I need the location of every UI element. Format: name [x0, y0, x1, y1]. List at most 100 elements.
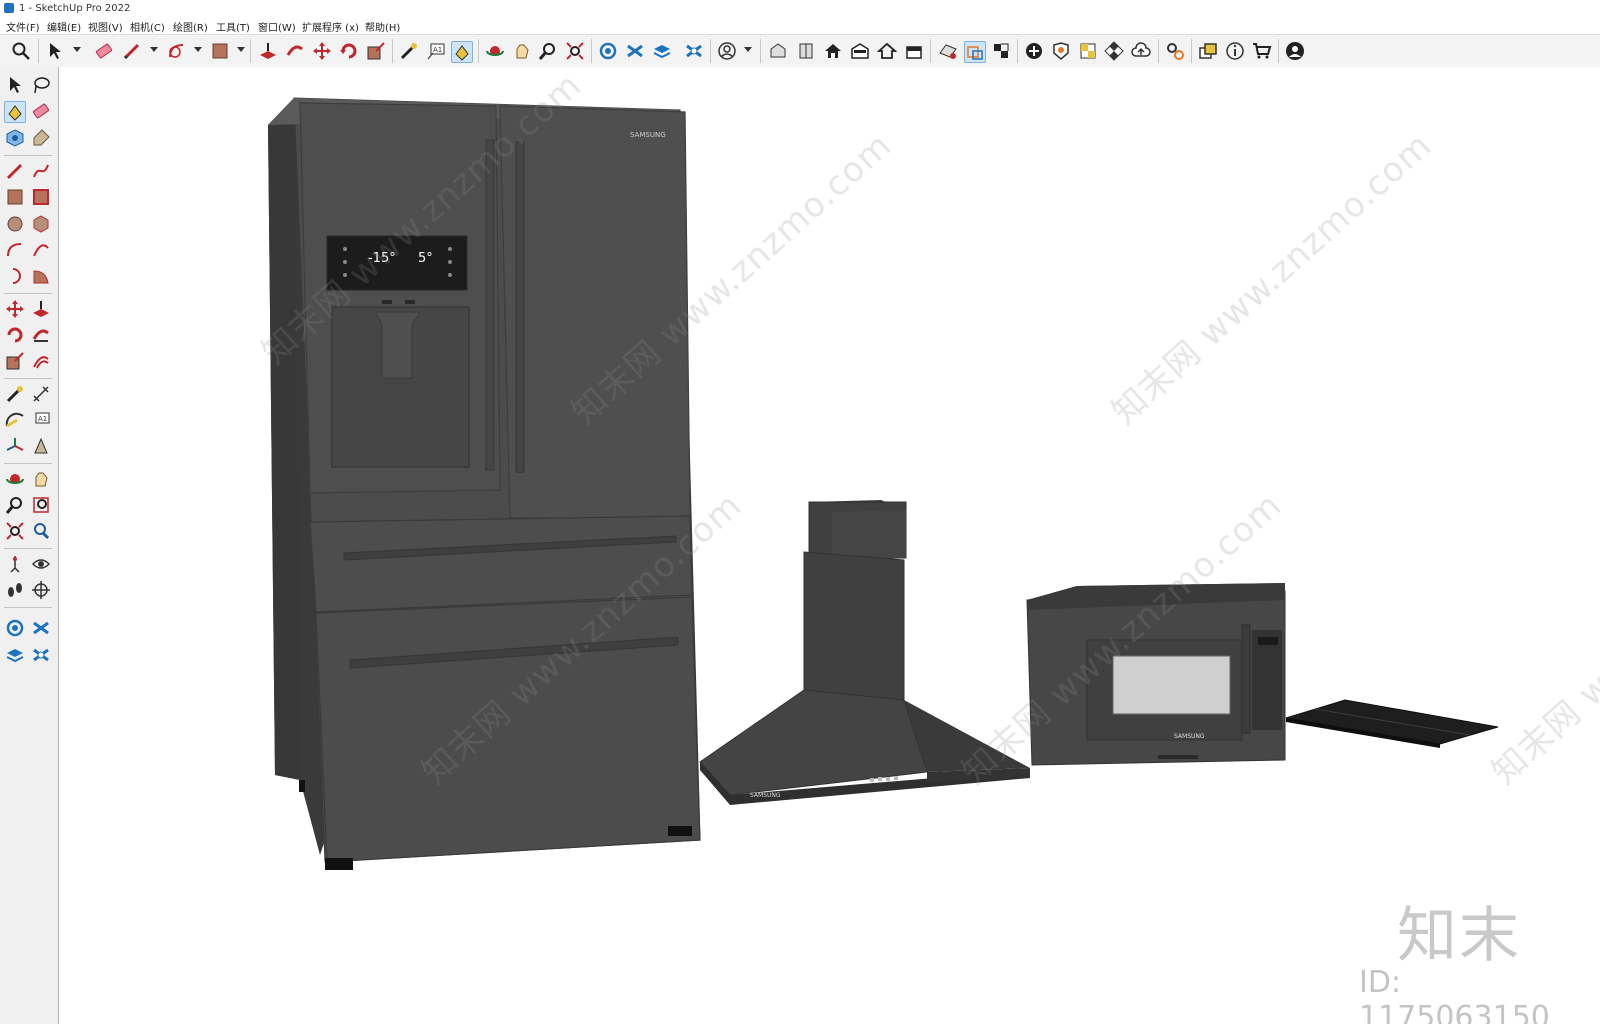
- arc-dropdown-icon[interactable]: [194, 47, 202, 52]
- menu-file[interactable]: 文件(F): [6, 19, 40, 34]
- orbit-icon[interactable]: [5, 469, 25, 489]
- menu-view[interactable]: 视图(V): [88, 19, 123, 34]
- section-fill-icon[interactable]: [991, 41, 1011, 61]
- pan-icon[interactable]: [31, 469, 51, 489]
- cloud-upload-icon[interactable]: [1131, 41, 1151, 61]
- photo-texture-icon[interactable]: [1078, 41, 1098, 61]
- look-around-icon[interactable]: [31, 554, 51, 574]
- tape-measure-icon[interactable]: [5, 384, 25, 404]
- menu-tools[interactable]: 工具(T): [216, 19, 250, 34]
- move-icon[interactable]: [312, 41, 332, 61]
- tape-measure-icon[interactable]: [399, 41, 419, 61]
- arc-icon[interactable]: [5, 240, 25, 260]
- geo-location-icon[interactable]: [1051, 41, 1071, 61]
- dimension-icon[interactable]: [31, 384, 51, 404]
- followme-icon[interactable]: [31, 325, 51, 345]
- menu-camera[interactable]: 相机(C): [130, 19, 165, 34]
- protractor-icon[interactable]: [5, 410, 25, 430]
- warehouse-icon[interactable]: [5, 618, 25, 638]
- settings-icon[interactable]: [1165, 41, 1185, 61]
- menu-help[interactable]: 帮助(H): [365, 19, 400, 34]
- user-icon[interactable]: [717, 41, 737, 61]
- walk-icon[interactable]: [5, 580, 25, 600]
- move-icon[interactable]: [5, 299, 25, 319]
- menu-edit[interactable]: 编辑(E): [47, 19, 81, 34]
- zoom-icon[interactable]: [538, 41, 558, 61]
- section-display-icon[interactable]: [964, 41, 986, 63]
- pie-icon[interactable]: [31, 266, 51, 286]
- lasso-icon[interactable]: [31, 75, 51, 95]
- layers-icon[interactable]: [652, 41, 672, 61]
- section-plane-icon[interactable]: [31, 580, 51, 600]
- paint-bucket-icon[interactable]: [4, 101, 26, 123]
- freehand-icon[interactable]: [31, 161, 51, 181]
- scale-icon[interactable]: [5, 351, 25, 371]
- section-plane-icon[interactable]: [938, 41, 958, 61]
- two-point-arc-icon[interactable]: [31, 240, 51, 260]
- select-icon[interactable]: [46, 41, 66, 61]
- orbit-icon[interactable]: [485, 41, 505, 61]
- search-icon[interactable]: [11, 41, 31, 61]
- menu-draw[interactable]: 绘图(R): [173, 19, 208, 34]
- right-view-icon[interactable]: [850, 41, 870, 61]
- polygon-icon[interactable]: [31, 214, 51, 234]
- extension-warehouse-icon[interactable]: [31, 618, 51, 638]
- component-icon[interactable]: [31, 645, 51, 665]
- front-view-icon[interactable]: [823, 41, 843, 61]
- extension-warehouse-icon[interactable]: [625, 41, 645, 61]
- followme-icon[interactable]: [285, 41, 305, 61]
- rectangle-icon[interactable]: [210, 41, 230, 61]
- layers-icon[interactable]: [5, 645, 25, 665]
- rotate-icon[interactable]: [339, 41, 359, 61]
- warehouse-icon[interactable]: [598, 41, 618, 61]
- add-location-icon[interactable]: [1024, 41, 1044, 61]
- zoom-extents-icon[interactable]: [565, 41, 585, 61]
- line-icon[interactable]: [5, 161, 25, 181]
- text-icon[interactable]: A1: [426, 41, 446, 61]
- pushpull-icon[interactable]: [258, 41, 278, 61]
- outliner-icon[interactable]: [1198, 41, 1218, 61]
- rectangle-icon[interactable]: [5, 187, 25, 207]
- cooktop[interactable]: [1285, 699, 1499, 748]
- make-component-icon[interactable]: [5, 128, 25, 148]
- previous-view-icon[interactable]: [31, 521, 51, 541]
- component-icon[interactable]: [684, 41, 704, 61]
- pencil-icon[interactable]: [122, 41, 142, 61]
- rectangle-dropdown-icon[interactable]: [237, 47, 245, 52]
- paint-bucket-icon[interactable]: [451, 41, 473, 63]
- pan-icon[interactable]: [512, 41, 532, 61]
- eraser-icon[interactable]: [94, 41, 114, 61]
- rotated-rectangle-icon[interactable]: [31, 187, 51, 207]
- eraser-icon[interactable]: [31, 101, 51, 121]
- arc-icon[interactable]: [167, 41, 187, 61]
- left-view-icon[interactable]: [904, 41, 924, 61]
- offset-icon[interactable]: [31, 351, 51, 371]
- top-view-icon[interactable]: [796, 41, 816, 61]
- tag-icon[interactable]: [31, 128, 51, 148]
- axes-icon[interactable]: [5, 436, 25, 456]
- zoom-window-icon[interactable]: [31, 495, 51, 515]
- pushpull-icon[interactable]: [31, 299, 51, 319]
- text-icon[interactable]: A1: [31, 410, 51, 430]
- back-view-icon[interactable]: [877, 41, 897, 61]
- model-viewport[interactable]: -15° 5° SAMSUNG SAMSUNG SAMSUNG 知末网 www.…: [59, 67, 1600, 1024]
- circle-icon[interactable]: [5, 214, 25, 234]
- account-icon[interactable]: [1285, 41, 1305, 61]
- three-point-arc-icon[interactable]: [5, 266, 25, 286]
- cart-icon[interactable]: [1252, 41, 1272, 61]
- rotate-icon[interactable]: [5, 325, 25, 345]
- scale-icon[interactable]: [366, 41, 386, 61]
- select-dropdown-icon[interactable]: [73, 47, 81, 52]
- menu-window[interactable]: 窗口(W): [258, 19, 296, 34]
- iso-view-icon[interactable]: [768, 41, 788, 61]
- checker-icon[interactable]: [1104, 41, 1124, 61]
- info-icon[interactable]: [1225, 41, 1245, 61]
- zoom-extents-icon[interactable]: [5, 521, 25, 541]
- user-dropdown-icon[interactable]: [744, 47, 752, 52]
- zoom-icon[interactable]: [5, 495, 25, 515]
- menu-extensions[interactable]: 扩展程序 (x): [302, 19, 359, 34]
- select-icon[interactable]: [5, 75, 25, 95]
- position-camera-icon[interactable]: [5, 554, 25, 574]
- pencil-dropdown-icon[interactable]: [150, 47, 158, 52]
- 3d-text-icon[interactable]: [31, 436, 51, 456]
